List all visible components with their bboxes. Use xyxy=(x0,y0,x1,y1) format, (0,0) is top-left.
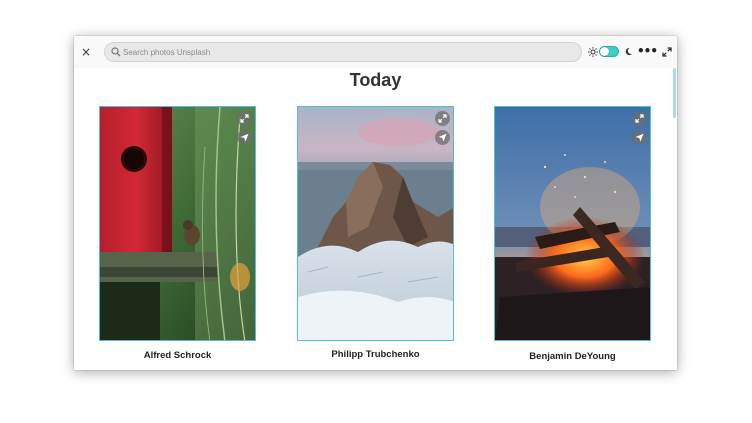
dark-mode-toggle[interactable] xyxy=(599,46,619,57)
expand-icon xyxy=(438,114,447,123)
share-button[interactable] xyxy=(237,130,252,145)
header-bar: × ••• xyxy=(74,36,677,68)
menu-icon[interactable]: ••• xyxy=(637,44,658,58)
expand-icon xyxy=(635,114,644,123)
search-input[interactable] xyxy=(123,45,563,59)
expand-icon xyxy=(240,114,249,123)
send-icon xyxy=(635,133,644,142)
share-button[interactable] xyxy=(435,130,450,145)
sun-icon xyxy=(588,47,598,57)
toggle-knob xyxy=(600,47,609,56)
page-title: Today xyxy=(349,70,402,90)
photo-frozen-rock xyxy=(298,107,453,340)
photo-card[interactable] xyxy=(494,106,651,341)
photo-birdhouse xyxy=(100,107,255,340)
send-icon xyxy=(438,133,447,142)
send-icon xyxy=(240,133,249,142)
app-window: × ••• Today xyxy=(74,36,677,370)
scrollbar[interactable] xyxy=(673,68,676,118)
fullscreen-icon[interactable] xyxy=(662,47,672,57)
moon-icon xyxy=(625,47,633,56)
share-button[interactable] xyxy=(632,130,647,145)
search-icon xyxy=(111,47,121,57)
photo-author[interactable]: Philipp Trubchenko xyxy=(297,349,454,360)
expand-button[interactable] xyxy=(435,111,450,126)
photo-author[interactable]: Alfred Schrock xyxy=(99,350,256,361)
photo-card[interactable] xyxy=(99,106,256,341)
close-button[interactable]: × xyxy=(79,45,93,59)
expand-button[interactable] xyxy=(632,111,647,126)
photo-card[interactable] xyxy=(297,106,454,341)
expand-button[interactable] xyxy=(237,111,252,126)
photo-author[interactable]: Benjamin DeYoung xyxy=(494,351,651,362)
search-bar[interactable] xyxy=(104,42,582,62)
photo-campfire xyxy=(495,107,650,340)
